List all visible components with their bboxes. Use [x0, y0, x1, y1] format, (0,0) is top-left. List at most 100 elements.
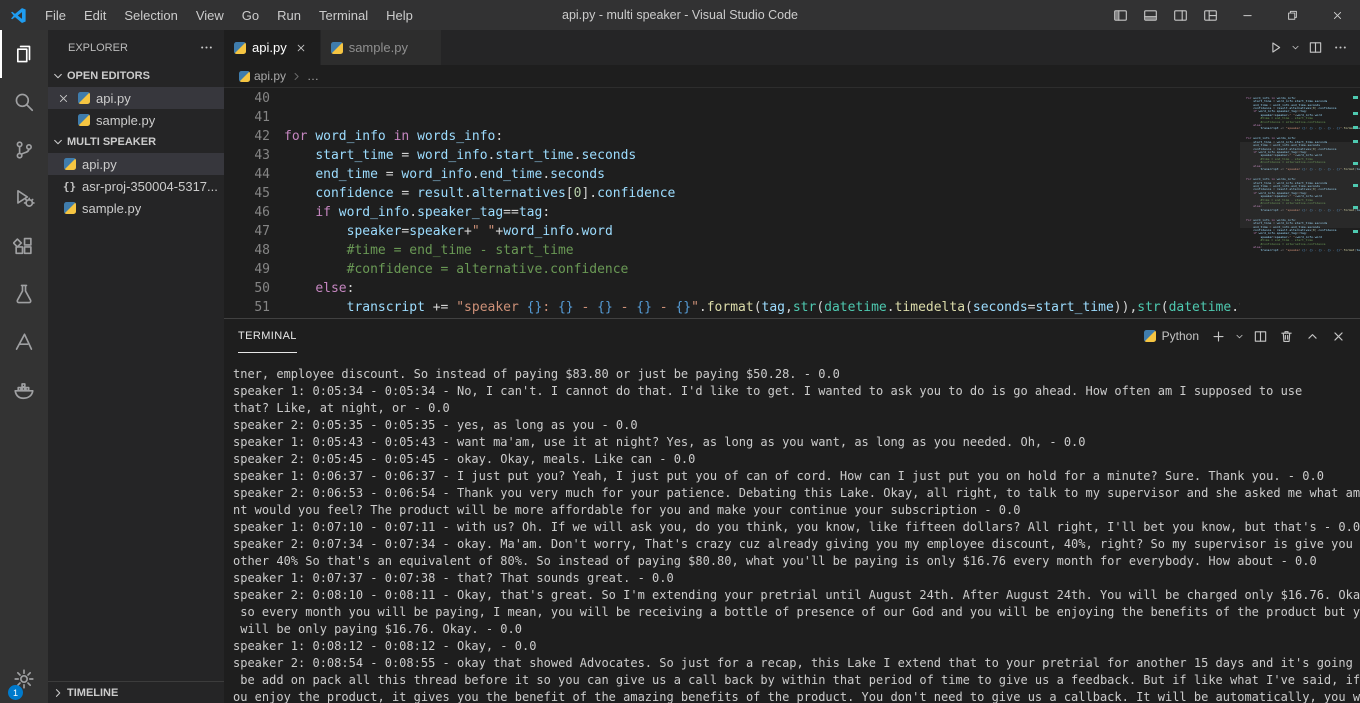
menu-file[interactable]: File	[36, 0, 75, 30]
code-line-47[interactable]: 47 speaker=speaker+" "+word_info.word	[224, 222, 1240, 241]
file-item-sample.py[interactable]: sample.py	[48, 109, 224, 131]
activity-run-and-debug[interactable]	[0, 174, 48, 222]
menu-go[interactable]: Go	[233, 0, 268, 30]
timeline-header[interactable]: TIMELINE	[48, 681, 224, 703]
terminal-line: nt would you feel? The product will be m…	[233, 503, 1021, 517]
line-number[interactable]: 50	[224, 279, 270, 298]
split-editor-button[interactable]	[1303, 36, 1327, 60]
file-name: api.py	[96, 90, 131, 106]
minimap[interactable]: for word_info in words_info: start_time …	[1240, 88, 1360, 318]
line-number[interactable]: 51	[224, 298, 270, 317]
activity-search[interactable]	[0, 78, 48, 126]
close-window-button[interactable]	[1315, 0, 1360, 30]
line-number[interactable]: 40	[224, 89, 270, 108]
menu-help[interactable]: Help	[377, 0, 422, 30]
terminal-line: speaker 2: 0:05:45 - 0:05:45 - okay. Oka…	[233, 452, 696, 466]
file-item-api.py[interactable]: api.py	[48, 87, 224, 109]
close-panel-button[interactable]	[1326, 324, 1350, 348]
activity-docker[interactable]	[0, 366, 48, 414]
menu-terminal[interactable]: Terminal	[310, 0, 377, 30]
line-number[interactable]: 43	[224, 146, 270, 165]
editor-more-actions-button[interactable]	[1328, 36, 1352, 60]
workbench: 1 EXPLORER OPEN EDITORS api.py sample.py …	[0, 30, 1360, 703]
open-editors-header[interactable]: OPEN EDITORS	[48, 65, 224, 87]
line-number[interactable]: 41	[224, 108, 270, 127]
toggle-secondary-sidebar-icon[interactable]	[1165, 0, 1195, 30]
line-number[interactable]: 45	[224, 184, 270, 203]
split-terminal-button[interactable]	[1248, 324, 1272, 348]
code-line-40[interactable]: 40	[224, 89, 1240, 108]
breadcrumb-item-file[interactable]: api.py	[254, 69, 286, 83]
menu-view[interactable]: View	[187, 0, 233, 30]
maximize-panel-button[interactable]	[1300, 324, 1324, 348]
terminal-tab[interactable]: TERMINAL	[238, 319, 297, 353]
line-number[interactable]: 46	[224, 203, 270, 222]
file-item-api.py[interactable]: api.py	[48, 153, 224, 175]
chevron-down-icon	[51, 69, 65, 83]
activity-explorer[interactable]	[0, 30, 48, 78]
extensions-icon	[13, 235, 35, 257]
code-line-43[interactable]: 43 start_time = word_info.start_time.sec…	[224, 146, 1240, 165]
line-number[interactable]: 48	[224, 241, 270, 260]
code-line-50[interactable]: 50 else:	[224, 279, 1240, 298]
code-line-49[interactable]: 49 #confidence = alternative.confidence	[224, 260, 1240, 279]
close-editor-icon[interactable]	[55, 92, 71, 105]
toggle-panel-icon[interactable]	[1135, 0, 1165, 30]
code-line-45[interactable]: 45 confidence = result.alternatives[0].c…	[224, 184, 1240, 203]
activity-source-control[interactable]	[0, 126, 48, 174]
explorer-more-actions-icon[interactable]	[199, 40, 214, 55]
minimap-slider[interactable]	[1240, 142, 1360, 228]
terminal-line: speaker 2: 0:07:34 - 0:07:34 - okay. Ma'…	[233, 537, 1360, 551]
line-number[interactable]: 47	[224, 222, 270, 241]
line-content: if word_info.speaker_tag==tag:	[315, 205, 551, 220]
terminal-shell-selector[interactable]: Python	[1139, 329, 1204, 343]
activity-azure[interactable]	[0, 318, 48, 366]
line-number[interactable]: 49	[224, 260, 270, 279]
activity-extensions[interactable]	[0, 222, 48, 270]
activity-testing[interactable]	[0, 270, 48, 318]
tab-sample.py[interactable]: sample.py	[320, 30, 442, 65]
kill-terminal-button[interactable]	[1274, 324, 1298, 348]
restore-button[interactable]	[1270, 0, 1315, 30]
menu-selection[interactable]: Selection	[115, 0, 186, 30]
search-icon	[13, 91, 35, 113]
line-number[interactable]: 44	[224, 165, 270, 184]
code-line-51[interactable]: 51 transcript += "speaker {}: {} - {} - …	[224, 298, 1240, 317]
file-item-asr-proj-350004-5317...[interactable]: {} asr-proj-350004-5317...	[48, 175, 224, 197]
file-item-sample.py[interactable]: sample.py	[48, 197, 224, 219]
code-editor[interactable]: 40 41 42 for word_info in words_info: 43 sta…	[224, 87, 1360, 318]
breadcrumb-item-symbol[interactable]: …	[307, 69, 319, 83]
terminal-line: be add on pack all this thread before it…	[233, 673, 1360, 687]
activity-bar: 1	[0, 30, 48, 703]
vscode-logo-icon	[0, 7, 36, 24]
run-python-file-button[interactable]	[1263, 36, 1287, 60]
code-line-46[interactable]: 46 if word_info.speaker_tag==tag:	[224, 203, 1240, 222]
minimize-button[interactable]	[1225, 0, 1270, 30]
tab-api.py[interactable]: api.py	[224, 30, 321, 65]
terminal-line: so every month you will be paying, I mea…	[233, 605, 1360, 619]
activity-settings[interactable]: 1	[0, 655, 48, 703]
run-dropdown-icon[interactable]	[1288, 36, 1302, 60]
code-lines[interactable]: 40 41 42 for word_info in words_info: 43 sta…	[224, 88, 1240, 318]
open-editors-label: OPEN EDITORS	[67, 70, 150, 82]
toggle-sidebar-icon[interactable]	[1105, 0, 1135, 30]
line-number[interactable]: 42	[224, 127, 270, 146]
menu-bar: File Edit Selection View Go Run Terminal Help	[36, 0, 422, 30]
folder-header[interactable]: MULTI SPEAKER	[48, 131, 224, 153]
close-tab-icon[interactable]	[293, 39, 310, 56]
files-icon	[13, 43, 35, 65]
new-terminal-button[interactable]	[1206, 324, 1230, 348]
python-icon	[76, 114, 91, 126]
terminal-panel: TERMINAL Python tner, employee discount.…	[224, 318, 1360, 703]
code-line-44[interactable]: 44 end_time = word_info.end_time.seconds	[224, 165, 1240, 184]
code-line-48[interactable]: 48 #time = end_time - start_time	[224, 241, 1240, 260]
terminal-line: speaker 1: 0:08:12 - 0:08:12 - Okay, - 0…	[233, 639, 537, 653]
code-line-41[interactable]: 41	[224, 108, 1240, 127]
file-name: api.py	[82, 156, 117, 172]
code-line-42[interactable]: 42 for word_info in words_info:	[224, 127, 1240, 146]
menu-run[interactable]: Run	[268, 0, 310, 30]
terminal-profile-dropdown-icon[interactable]	[1232, 324, 1246, 348]
menu-edit[interactable]: Edit	[75, 0, 115, 30]
customize-layout-icon[interactable]	[1195, 0, 1225, 30]
terminal-output[interactable]: tner, employee discount. So instead of p…	[224, 353, 1360, 703]
